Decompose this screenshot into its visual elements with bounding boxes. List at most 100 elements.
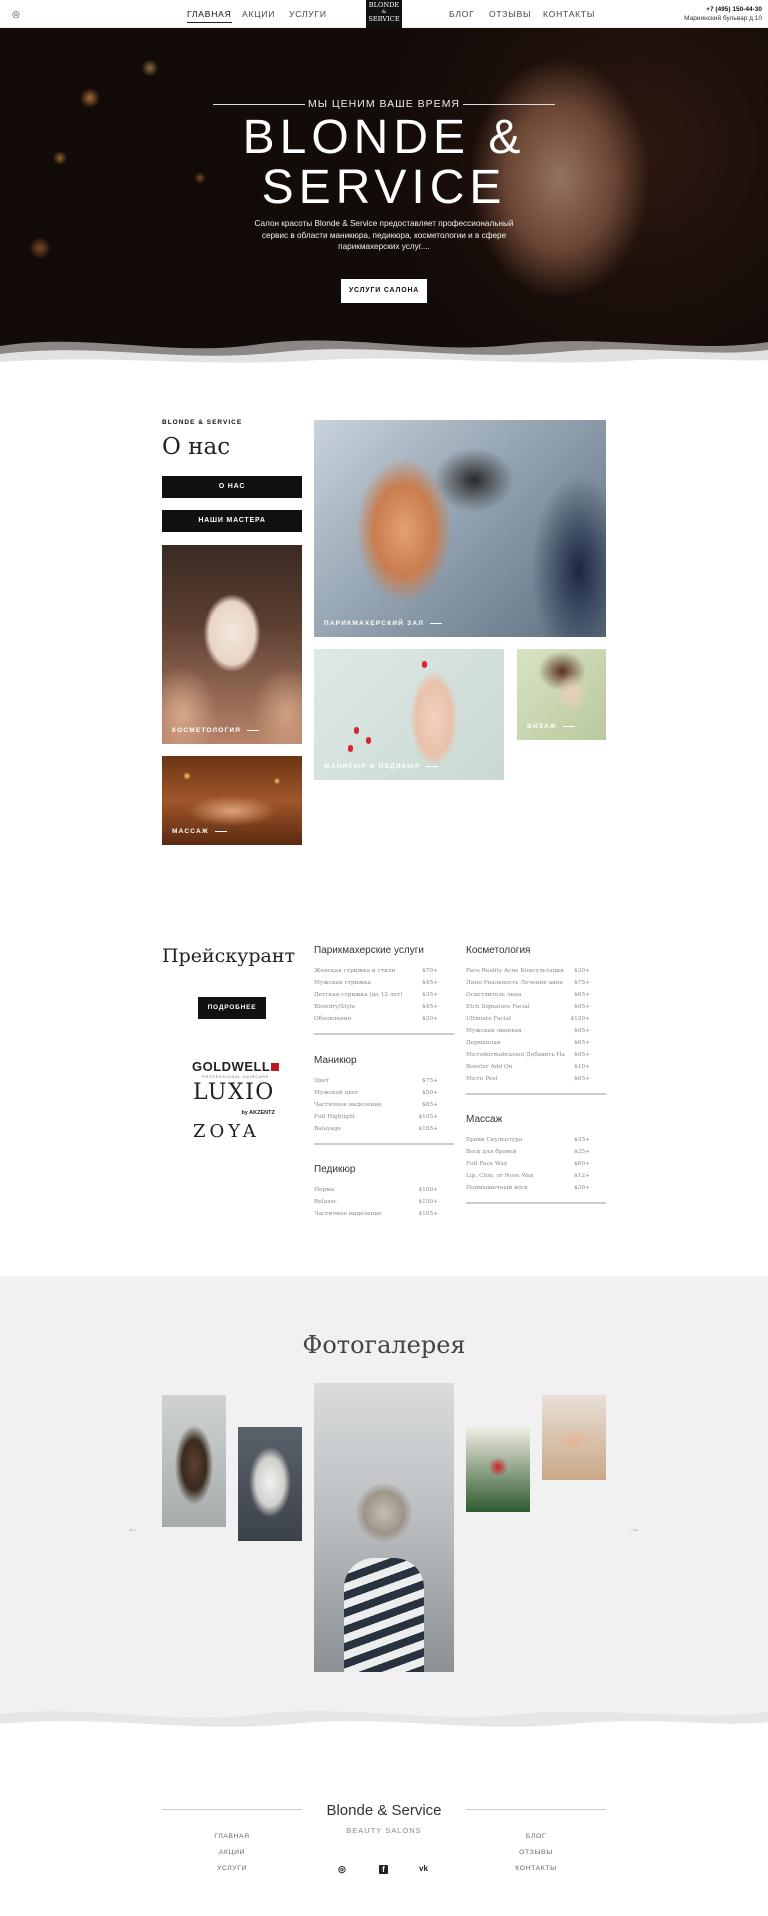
nav-item-blog[interactable]: БЛОГ bbox=[449, 9, 475, 19]
price-item-name: Мужская стрижка bbox=[314, 980, 371, 986]
nav-item-services[interactable]: УСЛУГИ bbox=[289, 9, 327, 19]
price-item-name: Осветлитель лица bbox=[466, 992, 522, 998]
vk-icon[interactable]: vk bbox=[419, 1864, 428, 1873]
price-item-price: $165+ bbox=[418, 1211, 438, 1217]
nail-mark bbox=[422, 661, 427, 668]
price-item-name: Женская стрижка и стилн bbox=[314, 968, 396, 974]
nav-item-promotions[interactable]: АКЦИИ bbox=[242, 9, 275, 19]
price-item-price: $120+ bbox=[570, 1016, 590, 1022]
footer-brand: Blonde & Service bbox=[326, 1802, 442, 1819]
visage-photo[interactable]: ВИЗАЖ bbox=[517, 649, 606, 740]
instagram-icon[interactable]: ◎ bbox=[338, 1864, 346, 1875]
footer-link-contacts[interactable]: КОНТАКТЫ bbox=[466, 1865, 606, 1872]
header-contact: +7 (495) 150-44-30 Мариинский бульвар д.… bbox=[684, 5, 762, 23]
facebook-icon[interactable]: f bbox=[379, 1865, 388, 1874]
nail-mark bbox=[354, 727, 359, 734]
price-category-title: Парикмахерские услуги bbox=[314, 945, 424, 956]
price-divider bbox=[466, 1202, 606, 1204]
price-item-name: Relaxer bbox=[314, 1199, 337, 1205]
price-item-name: Лицо Реальность Лечение акне bbox=[466, 980, 564, 986]
cosmetology-caption: КОСМЕТОЛОГИЯ bbox=[172, 727, 259, 734]
hero-title-line-2: SERVICE bbox=[261, 161, 507, 214]
gallery-photo[interactable] bbox=[466, 1427, 530, 1512]
address: Мариинский бульвар д.10 bbox=[684, 15, 762, 22]
nav-item-contacts[interactable]: КОНТАКТЫ bbox=[543, 9, 595, 19]
price-item-price: $105+ bbox=[418, 1114, 438, 1120]
site-logo[interactable]: BLONDE & SERVICE bbox=[366, 0, 402, 28]
about-kicker: BLONDE & SERVICE bbox=[162, 419, 243, 426]
price-item-name: Micro Peel bbox=[466, 1076, 498, 1082]
footer-link-home[interactable]: ГЛАВНАЯ bbox=[162, 1833, 302, 1840]
zoya-logo: ZOYA bbox=[193, 1121, 260, 1142]
hero-title-line-1: BLONDE & bbox=[242, 111, 526, 164]
phone-number[interactable]: +7 (495) 150-44-30 bbox=[706, 6, 762, 13]
hero-wave bbox=[0, 340, 768, 368]
price-item-price: $60+ bbox=[574, 1161, 590, 1167]
manicure-caption: МАНИКЮР И ПЕДИКЮР bbox=[324, 763, 438, 770]
gallery-prev-arrow-icon[interactable]: ← bbox=[127, 1521, 139, 1535]
price-item-price: $30+ bbox=[574, 968, 590, 974]
goldwell-logo: GOLDWELL PROFESSIONAL HAIRCARE bbox=[192, 1059, 280, 1079]
more-button[interactable]: ПОДРОБНЕЕ bbox=[198, 997, 266, 1019]
gallery-photo[interactable] bbox=[542, 1395, 606, 1480]
price-item-price: $30+ bbox=[574, 1185, 590, 1191]
gallery-photo[interactable] bbox=[238, 1427, 302, 1541]
price-item-price: $20+ bbox=[422, 1016, 438, 1022]
price-item-name: Ultimate Facial bbox=[466, 1016, 511, 1022]
price-item-price: $65+ bbox=[574, 1076, 590, 1082]
visage-caption: ВИЗАЖ bbox=[527, 723, 575, 730]
about-us-button[interactable]: О НАС bbox=[162, 476, 302, 498]
price-item-price: $25+ bbox=[574, 1149, 590, 1155]
price-item-price: $35+ bbox=[422, 992, 438, 998]
gallery-title: Фотогалерея bbox=[302, 1331, 466, 1359]
price-item-price: $75+ bbox=[574, 980, 590, 986]
footer-link-services[interactable]: УСЛУГИ bbox=[162, 1865, 302, 1872]
nav-item-home[interactable]: ГЛАВНАЯ bbox=[187, 9, 232, 23]
footer-subtitle: BEAUTY SALONS bbox=[346, 1826, 422, 1835]
price-item-name: Подмышечный воск bbox=[466, 1185, 528, 1191]
gallery-next-arrow-icon[interactable]: → bbox=[628, 1521, 640, 1535]
nav-item-reviews[interactable]: ОТЗЫВЫ bbox=[489, 9, 531, 19]
hero-banner: МЫ ЦЕНИМ ВАШЕ ВРЕМЯ BLONDE & SERVICE Сал… bbox=[0, 28, 768, 368]
hairdressing-photo[interactable]: ПАРИКМАХЕРСКИЙ ЗАЛ bbox=[314, 420, 606, 637]
site-header: ◎ ГЛАВНАЯ АКЦИИ УСЛУГИ БЛОГ ОТЗЫВЫ КОНТА… bbox=[0, 0, 768, 28]
price-item-price: $65+ bbox=[574, 992, 590, 998]
nail-mark bbox=[348, 745, 353, 752]
price-item-price: $100+ bbox=[418, 1187, 438, 1193]
price-item-name: Etch Signature Facial bbox=[466, 1004, 530, 1010]
price-item-name: Balayage bbox=[314, 1126, 341, 1132]
manicure-photo[interactable]: МАНИКЮР И ПЕДИКЮР bbox=[314, 649, 504, 780]
price-divider bbox=[314, 1033, 454, 1035]
instagram-icon[interactable]: ◎ bbox=[12, 10, 20, 19]
footer-link-promotions[interactable]: АКЦИИ bbox=[162, 1849, 302, 1856]
our-masters-button[interactable]: НАШИ МАСТЕРА bbox=[162, 510, 302, 532]
salon-services-button[interactable]: УСЛУГИ САЛОНА bbox=[341, 279, 427, 303]
price-category-title: Маникюр bbox=[314, 1055, 357, 1066]
price-item-name: Face Reality Acne Консультация bbox=[466, 968, 564, 974]
price-item-name: Дермаплан bbox=[466, 1040, 501, 1046]
price-item-price: $10+ bbox=[574, 1064, 590, 1070]
hairdressing-caption: ПАРИКМАХЕРСКИЙ ЗАЛ bbox=[324, 620, 442, 627]
gallery-photo[interactable] bbox=[162, 1395, 226, 1527]
price-item-name: Full Face Wax bbox=[466, 1161, 508, 1167]
price-item-price: $50+ bbox=[422, 1090, 438, 1096]
striped-shirt bbox=[344, 1558, 424, 1672]
price-item-name: Брови Скульптура bbox=[466, 1137, 523, 1143]
luxio-logo: LUXIO by AKZENTZ bbox=[193, 1082, 275, 1124]
price-item-price: $95+ bbox=[574, 1004, 590, 1010]
footer-link-blog[interactable]: БЛОГ bbox=[466, 1833, 606, 1840]
gallery-photo-active[interactable] bbox=[314, 1383, 454, 1672]
logo-line-2: SERVICE bbox=[368, 14, 400, 23]
price-item-price: $65+ bbox=[574, 1040, 590, 1046]
price-item-name: Детская стрижка (до 12 лет) bbox=[314, 992, 403, 998]
price-item-price: $85+ bbox=[422, 1102, 438, 1108]
price-item-name: Воск для бровей bbox=[466, 1149, 517, 1155]
price-category-title: Массаж bbox=[466, 1114, 503, 1125]
footer-link-reviews[interactable]: ОТЗЫВЫ bbox=[466, 1849, 606, 1856]
price-item-name: Обновление bbox=[314, 1016, 352, 1022]
price-item-name: Lip, Chin, or Nose Wax bbox=[466, 1173, 534, 1179]
cosmetology-photo[interactable]: КОСМЕТОЛОГИЯ bbox=[162, 545, 302, 744]
price-item-name: Мужская лицевая bbox=[466, 1028, 522, 1034]
price-item-price: $95+ bbox=[574, 1052, 590, 1058]
massage-photo[interactable]: МАССАЖ bbox=[162, 756, 302, 845]
